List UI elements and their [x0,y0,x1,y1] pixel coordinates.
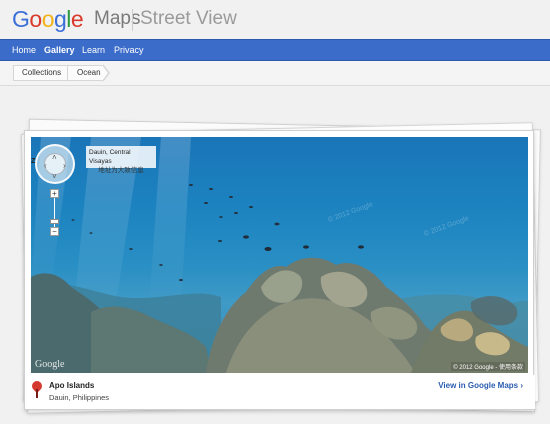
place-subtitle: Dauin, Philippines [49,393,110,402]
compass-label: Z [31,158,36,165]
location-line-1: Dauin, Central Visayas [89,149,131,165]
map-pin-stem [36,389,38,398]
breadcrumb: Collections Ocean [0,61,550,86]
pan-down-icon[interactable]: ˅ [52,173,57,181]
breadcrumb-item-ocean[interactable]: Ocean [67,65,103,81]
header-divider [132,9,133,31]
top-nav: Home Gallery Learn Privacy [0,39,550,61]
location-label: Dauin, Central Visayas 地址为大致信息 [86,146,156,174]
location-line-2: 地址为大致信息 [98,167,144,174]
nav-item-learn[interactable]: Learn [82,45,105,55]
zoom-in-button[interactable]: + [50,189,59,198]
nav-item-gallery[interactable]: Gallery [44,45,75,55]
zoom-slider-track[interactable] [54,198,55,229]
maps-wordmark: Maps [94,8,141,29]
pan-up-icon[interactable]: ˄ [52,154,57,162]
app-header: Google Maps Street View [0,0,550,39]
google-logo[interactable]: Google [12,6,84,33]
street-view-title: Street View [140,8,237,29]
place-title: Apo Islands [49,381,95,390]
breadcrumb-end-arrow-inner [102,65,108,81]
zoom-slider-handle[interactable] [50,219,59,224]
nav-item-home[interactable]: Home [12,45,36,55]
copyright-notice[interactable]: © 2012 Google - 使用条款 [451,362,525,371]
street-view-card: © 2012 Google © 2012 Google ˄ ˅ ‹ › Z Da… [24,130,535,410]
street-view-panorama[interactable]: © 2012 Google © 2012 Google ˄ ˅ ‹ › Z Da… [31,137,528,373]
pan-control[interactable]: ˄ ˅ ‹ › [35,144,75,184]
place-info-bar: Apo Islands Dauin, Philippines View in G… [25,375,535,409]
view-in-google-maps-link[interactable]: View in Google Maps › [438,381,523,390]
zoom-out-button[interactable]: − [50,227,59,236]
nav-item-privacy[interactable]: Privacy [114,45,144,55]
breadcrumb-item-collections[interactable]: Collections [13,65,67,81]
pan-left-icon[interactable]: ‹ [44,162,47,170]
google-watermark: Google [35,359,65,370]
pan-right-icon[interactable]: › [63,162,66,170]
